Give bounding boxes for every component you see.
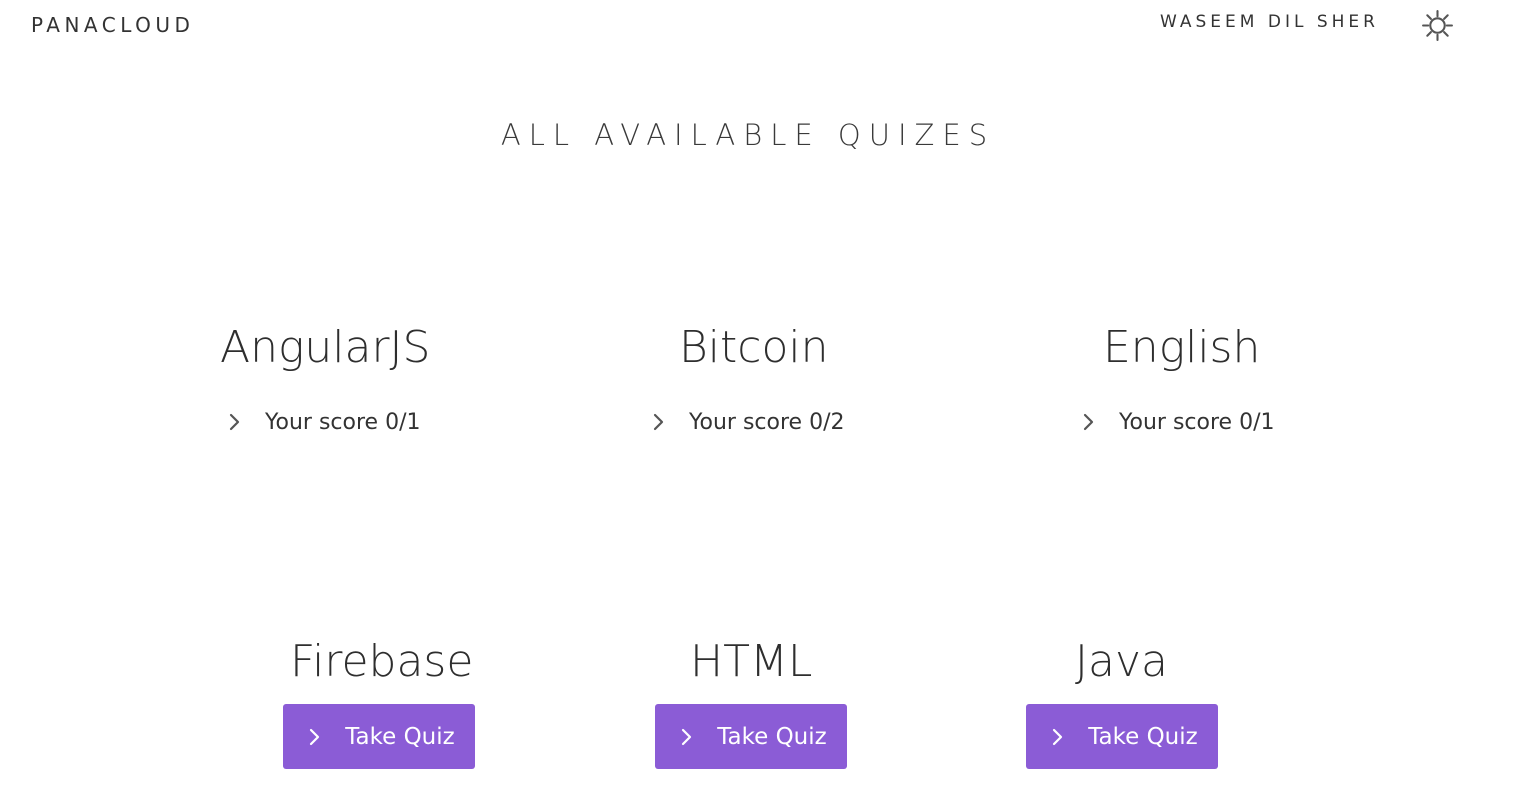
quiz-title-html: HTML xyxy=(690,636,813,687)
button-label: Take Quiz xyxy=(717,723,827,750)
quiz-dashboard: PANACLOUD WASEEM DIL SHER ALL AVAILABLE … xyxy=(0,0,1524,811)
score-text: Your score 0/2 xyxy=(689,409,845,435)
gear-icon[interactable] xyxy=(1421,9,1454,42)
chevron-right-icon xyxy=(1046,726,1068,748)
score-text: Your score 0/1 xyxy=(1119,409,1275,435)
button-label: Take Quiz xyxy=(345,723,455,750)
quiz-title-english: English xyxy=(1103,322,1261,373)
take-quiz-button-html[interactable]: Take Quiz xyxy=(655,704,847,769)
chevron-right-icon xyxy=(675,726,697,748)
quiz-score-angularjs[interactable]: Your score 0/1 xyxy=(223,407,420,437)
chevron-right-icon xyxy=(647,411,669,433)
quiz-title-firebase: Firebase xyxy=(290,636,474,687)
user-name[interactable]: WASEEM DIL SHER xyxy=(1160,10,1379,34)
chevron-right-icon xyxy=(223,411,245,433)
take-quiz-button-java[interactable]: Take Quiz xyxy=(1026,704,1218,769)
chevron-right-icon xyxy=(1077,411,1099,433)
brand-logo-text[interactable]: PANACLOUD xyxy=(31,13,194,37)
chevron-right-icon xyxy=(303,726,325,748)
take-quiz-button-firebase[interactable]: Take Quiz xyxy=(283,704,475,769)
quiz-title-java: Java xyxy=(1075,636,1168,687)
quiz-score-bitcoin[interactable]: Your score 0/2 xyxy=(647,407,844,437)
quiz-score-english[interactable]: Your score 0/1 xyxy=(1077,407,1274,437)
button-label: Take Quiz xyxy=(1088,723,1198,750)
quiz-title-angularjs: AngularJS xyxy=(220,322,431,373)
quiz-title-bitcoin: Bitcoin xyxy=(679,322,829,373)
score-text: Your score 0/1 xyxy=(265,409,421,435)
page-title: ALL AVAILABLE QUIZES xyxy=(500,118,996,152)
